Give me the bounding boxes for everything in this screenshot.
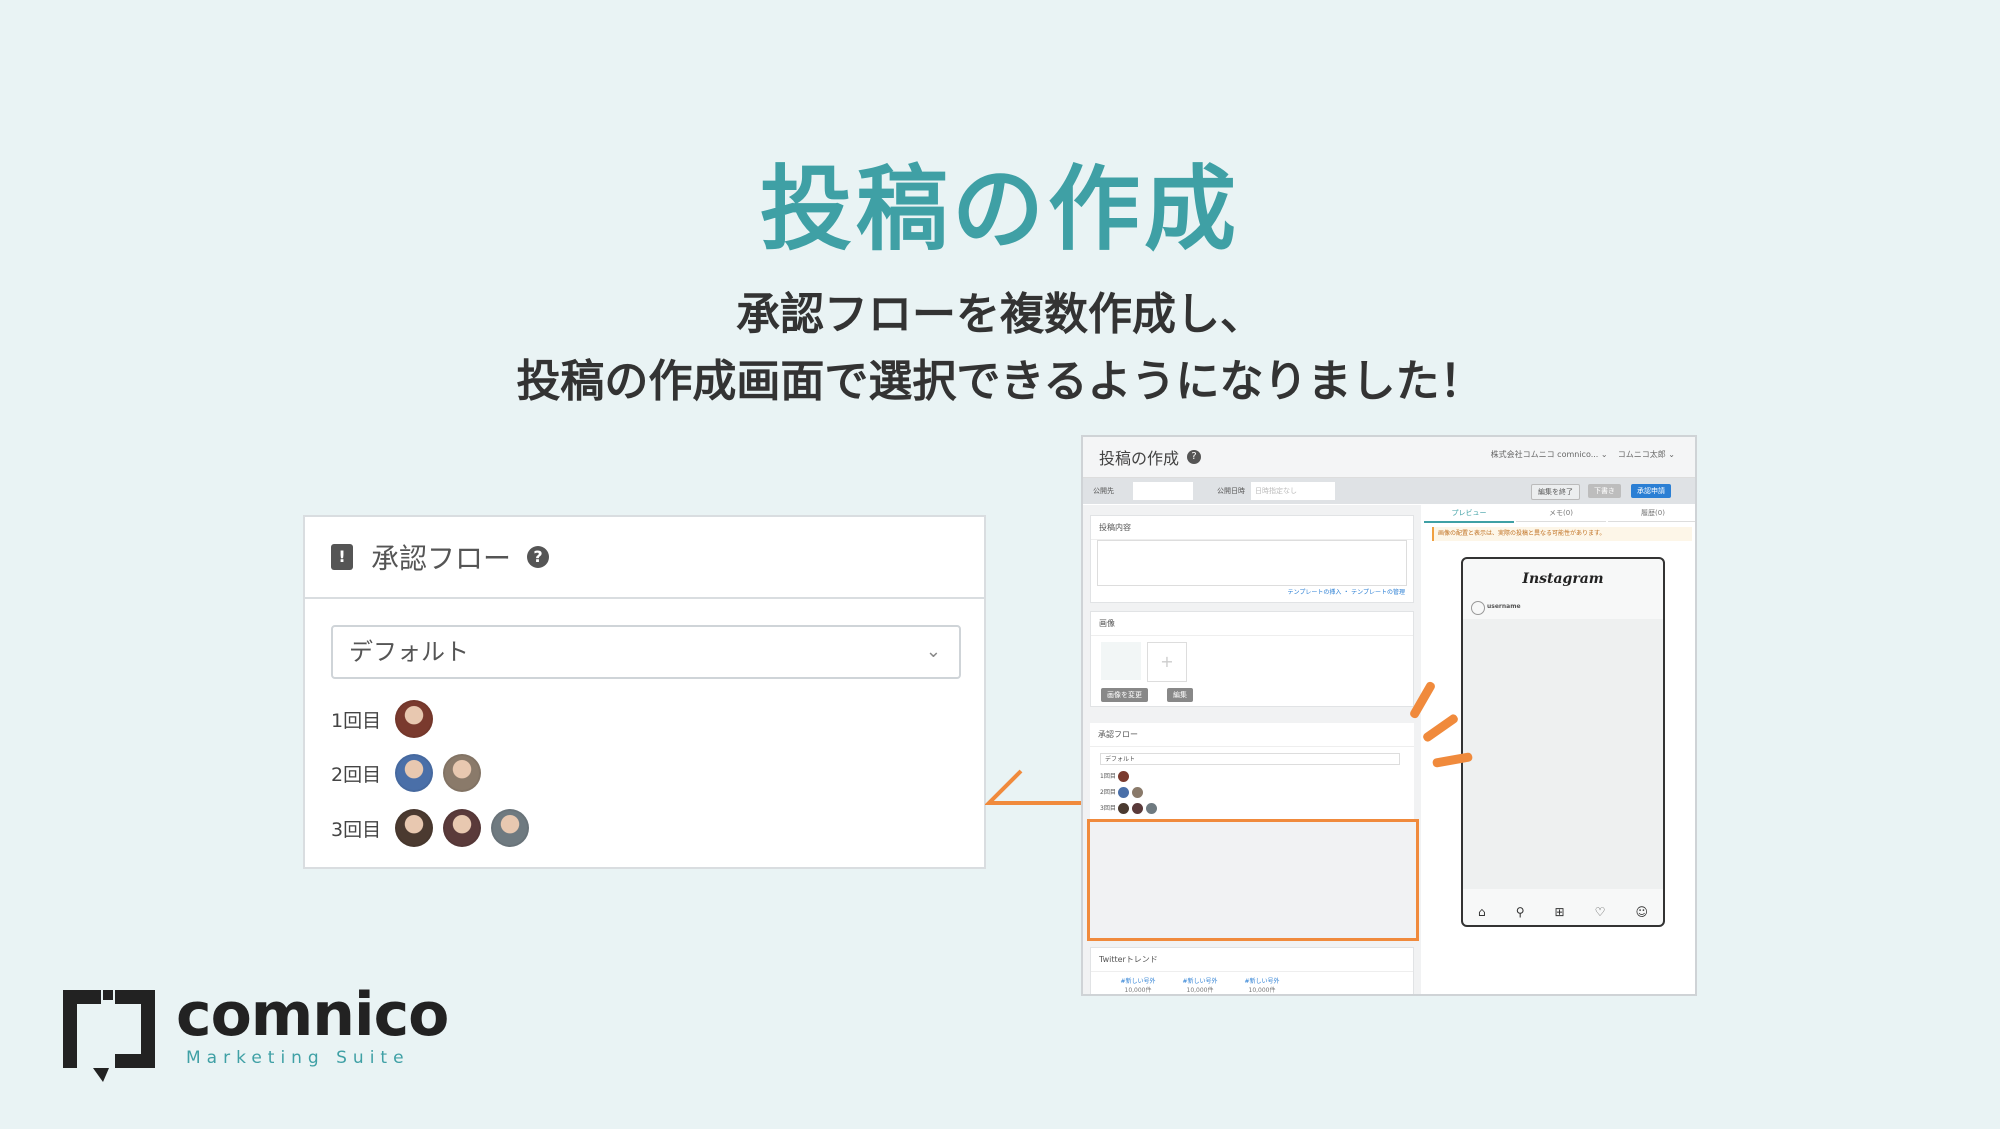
approval-round-1: 1回目 [331,699,443,739]
round-label: 1回目 [1100,773,1116,780]
phone-nav: ⌂ ⚲ ⊞ ♡ ☺ [1463,905,1663,919]
connector-arrow [985,769,1083,805]
avatar [395,700,433,738]
request-approval-button[interactable]: 承認申請 [1631,484,1671,498]
post-content-section: 投稿内容 テンプレートの挿入 ・ テンプレートの管理 [1090,515,1414,603]
help-icon[interactable]: ? [1187,450,1202,464]
round-label: 3回目 [331,818,382,841]
image-label: 画像 [1091,612,1413,636]
image-section: 画像 + 画像を変更 編集 [1090,611,1414,707]
editor-column: 投稿内容 テンプレートの挿入 ・ テンプレートの管理 画像 + 画像を変更 編集… [1083,505,1421,994]
heart-icon: ♡ [1594,905,1606,919]
approval-flow-card: 承認フロー ? デフォルト ⌄ 1回目 2回目 3回目 [303,515,986,869]
org-name: 株式会社コムニコ comnico... [1490,450,1599,459]
highlight-box [1087,819,1419,941]
trend-item[interactable]: #新しい号外 10,000件 [1107,976,1169,994]
avatar [491,809,529,847]
trend-item[interactable]: #新しい号外 10,000件 [1169,976,1231,994]
publish-date-field[interactable]: 日時指定なし [1251,482,1335,500]
headline: 投稿の作成 [759,156,1240,263]
home-icon: ⌂ [1478,905,1486,919]
profile-nav-icon: ☺ [1635,905,1648,919]
twitter-trend-section: Twitterトレンド #新しい号外 10,000件 #新しい号外 10,000件 #新… [1090,947,1414,994]
screenshot-header: 投稿の作成 ? 株式会社コムニコ comnico... ⌄ コムニコ太郎 ⌄ [1083,437,1695,478]
add-image-button[interactable]: + [1147,642,1187,682]
tab-history[interactable]: 履歴(0) [1608,505,1695,522]
subtitle-line-2: 投稿の作成画面で選択できるようになりました！ [516,356,1484,407]
template-insert-link[interactable]: テンプレートの挿入 [1288,589,1342,596]
round-label: 2回目 [1100,789,1116,796]
org-switcher[interactable]: 株式会社コムニコ comnico... ⌄ コムニコ太郎 ⌄ [1491,449,1675,460]
trend-item[interactable]: #新しい号外 10,000件 [1231,976,1293,994]
tab-preview[interactable]: プレビュー [1424,505,1514,523]
template-manage-link[interactable]: テンプレートの管理 [1351,589,1405,596]
avatar [1131,787,1143,798]
avatar [1131,803,1143,814]
tab-memo[interactable]: メモ(0) [1516,505,1606,522]
help-icon[interactable]: ? [527,546,550,568]
screenshot-title: 投稿の作成 [1099,449,1180,468]
comnico-logo-icon [63,990,155,1082]
publish-bar: 公開先 公開日時 日時指定なし 編集を終了 下書き 承認申請 [1083,478,1695,504]
user-name: コムニコ太郎 [1617,450,1666,459]
preview-username: username [1487,603,1521,610]
avatar [443,809,481,847]
approval-round-3: 3回目 [331,808,539,848]
trend-count: 10,000件 [1124,987,1152,994]
avatar [443,754,481,792]
post-create-screenshot: 投稿の作成 ? 株式会社コムニコ comnico... ⌄ コムニコ太郎 ⌄ 公… [1081,435,1697,996]
trend-tag: #新しい号外 [1182,978,1218,985]
post-textarea[interactable] [1097,540,1407,586]
publish-to-field[interactable] [1133,482,1193,500]
round-label: 1回目 [331,709,382,732]
card-title: 承認フロー [371,542,512,575]
round-label: 2回目 [331,763,382,786]
mini-round-3: 3回目 [1100,803,1160,814]
approval-round-2: 2回目 [331,753,491,793]
end-edit-button[interactable]: 編集を終了 [1531,484,1580,500]
trend-count: 10,000件 [1186,987,1214,994]
avatar [395,809,433,847]
trend-tag: #新しい号外 [1244,978,1280,985]
chevron-down-icon: ⌄ [925,641,941,662]
add-post-icon: ⊞ [1554,905,1565,919]
approval-flow-select[interactable]: デフォルト ⌄ [331,625,961,679]
preview-column: プレビュー メモ(0) 履歴(0) 画像の配置と表示は、実際の投稿と異なる可能性… [1424,505,1695,994]
avatar [1117,803,1129,814]
avatar [395,754,433,792]
approval-flow-section: 承認フロー デフォルト 1回目 2回目 3回目 [1090,723,1414,819]
mini-round-1: 1回目 [1100,771,1132,782]
approval-label: 承認フロー [1090,723,1414,747]
search-icon: ⚲ [1515,905,1525,919]
profile-icon [1471,601,1485,615]
avatar [1145,803,1157,814]
select-value: デフォルト [349,638,469,666]
preview-image [1463,619,1663,889]
mini-round-2: 2回目 [1100,787,1146,798]
logo-tagline: Marketing Suite [186,1048,410,1068]
twitter-trend-label: Twitterトレンド [1091,948,1413,972]
avatar [1117,771,1129,782]
image-thumbnail[interactable] [1101,642,1141,680]
trend-grid: #新しい号外10,000件#新しい号外10,000件#新しい号外10,000件#… [1107,976,1307,994]
trend-count: 10,000件 [1248,987,1276,994]
template-links[interactable]: テンプレートの挿入 ・ テンプレートの管理 [1288,587,1405,596]
avatar [1117,787,1129,798]
preview-notice: 画像の配置と表示は、実際の投稿と異なる可能性があります。 [1432,527,1692,541]
trend-tag: #新しい号外 [1120,978,1156,985]
logo-wordmark: comnico [176,980,449,1050]
publish-to-label: 公開先 [1093,487,1114,495]
change-image-button[interactable]: 画像を変更 [1101,688,1148,702]
phone-preview: Instagram username ⌂ ⚲ ⊞ ♡ ☺ [1461,557,1665,927]
round-label: 3回目 [1100,805,1116,812]
edit-image-button[interactable]: 編集 [1167,688,1193,702]
approval-select[interactable]: デフォルト [1100,753,1400,765]
instagram-logo: Instagram [1522,571,1604,587]
card-header: 承認フロー ? [305,517,984,599]
publish-date-label: 公開日時 [1217,487,1245,495]
clipboard-alert-icon [331,544,353,570]
subtitle-line-1: 承認フローを複数作成し、 [736,289,1264,340]
draft-button[interactable]: 下書き [1588,484,1621,498]
post-content-label: 投稿内容 [1091,516,1413,540]
